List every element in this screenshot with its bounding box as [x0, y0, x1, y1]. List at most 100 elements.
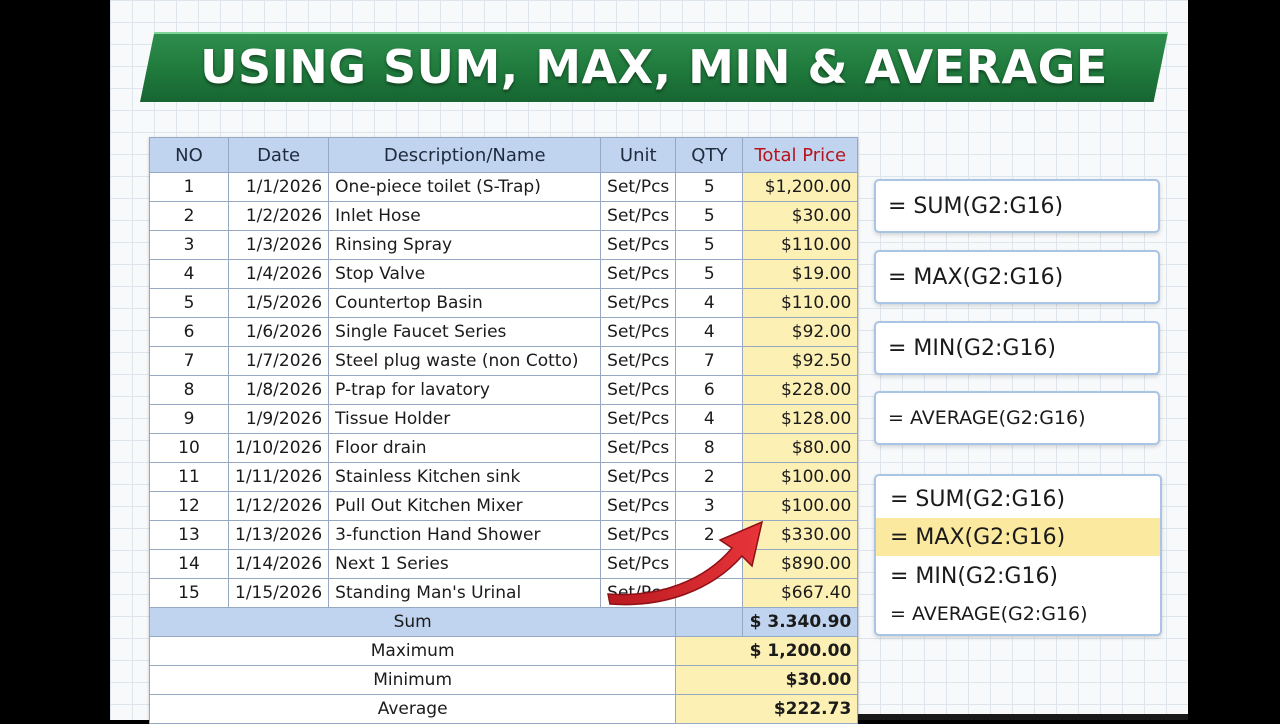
cell-qty[interactable]: 5	[675, 172, 744, 202]
cell-qty[interactable]: 6	[675, 375, 744, 405]
cell-description[interactable]: Stainless Kitchen sink	[328, 462, 602, 492]
cell-total-price[interactable]: $19.00	[742, 259, 859, 289]
cell-no[interactable]: 10	[149, 433, 229, 463]
header-unit[interactable]: Unit	[600, 137, 677, 173]
cell-qty[interactable]: 5	[675, 259, 744, 289]
cell-no[interactable]: 5	[149, 288, 229, 318]
cell-total-price[interactable]: $92.50	[742, 346, 859, 376]
cell-no[interactable]: 1	[149, 172, 229, 202]
cell-qty[interactable]: 4	[675, 404, 744, 434]
cell-unit[interactable]: Set/Pcs	[600, 317, 677, 347]
min-value[interactable]: $30.00	[675, 665, 859, 695]
cell-description[interactable]: Stop Valve	[328, 259, 602, 289]
cell-date[interactable]: 1/9/2026	[227, 404, 330, 434]
cell-date[interactable]: 1/7/2026	[227, 346, 330, 376]
cell-no[interactable]: 15	[149, 578, 229, 608]
cell-no[interactable]: 3	[149, 230, 229, 260]
cell-date[interactable]: 1/2/2026	[227, 201, 330, 231]
cell-unit[interactable]: Set/Pcs	[600, 288, 677, 318]
max-label[interactable]: Maximum	[148, 636, 677, 666]
cell-date[interactable]: 1/6/2026	[227, 317, 330, 347]
cell-date[interactable]: 1/8/2026	[227, 375, 330, 405]
cell-total-price[interactable]: $30.00	[742, 201, 859, 231]
cell-total-price[interactable]: $80.00	[742, 433, 859, 463]
cell-total-price[interactable]: $110.00	[742, 288, 859, 318]
cell-description[interactable]: Next 1 Series	[328, 549, 602, 579]
cell-qty[interactable]: 4	[675, 317, 744, 347]
cell-description[interactable]: Floor drain	[328, 433, 602, 463]
cell-description[interactable]: Single Faucet Series	[328, 317, 602, 347]
cell-no[interactable]: 13	[149, 520, 229, 550]
cell-total-price[interactable]: $92.00	[742, 317, 859, 347]
cell-unit[interactable]: Set/Pcs	[600, 259, 677, 289]
price-table: NO Date Description/Name Unit QTY Total …	[148, 137, 859, 724]
average-row: Average $222.73	[148, 694, 859, 724]
cell-unit[interactable]: Set/Pcs	[600, 462, 677, 492]
min-label[interactable]: Minimum	[148, 665, 677, 695]
cell-description[interactable]: Rinsing Spray	[328, 230, 602, 260]
cell-no[interactable]: 12	[149, 491, 229, 521]
header-date[interactable]: Date	[227, 137, 330, 173]
cell-total-price[interactable]: $228.00	[742, 375, 859, 405]
cell-description[interactable]: P-trap for lavatory	[328, 375, 602, 405]
cell-no[interactable]: 8	[149, 375, 229, 405]
cell-description[interactable]: Inlet Hose	[328, 201, 602, 231]
cell-date[interactable]: 1/12/2026	[227, 491, 330, 521]
cell-description[interactable]: Pull Out Kitchen Mixer	[328, 491, 602, 521]
cell-qty[interactable]: 2	[675, 462, 744, 492]
cell-description[interactable]: Steel plug waste (non Cotto)	[328, 346, 602, 376]
table-row: 6 1/6/2026 Single Faucet Series Set/Pcs 4 $92…	[149, 317, 859, 347]
header-no[interactable]: NO	[149, 137, 229, 173]
header-description[interactable]: Description/Name	[328, 137, 602, 173]
cell-date[interactable]: 1/1/2026	[227, 172, 330, 202]
cell-no[interactable]: 11	[149, 462, 229, 492]
cell-qty[interactable]: 5	[675, 201, 744, 231]
cell-unit[interactable]: Set/Pcs	[600, 404, 677, 434]
cell-description[interactable]: Tissue Holder	[328, 404, 602, 434]
cell-total-price[interactable]: $100.00	[742, 462, 859, 492]
cell-unit[interactable]: Set/Pcs	[600, 375, 677, 405]
cell-no[interactable]: 9	[149, 404, 229, 434]
cell-no[interactable]: 14	[149, 549, 229, 579]
cell-date[interactable]: 1/4/2026	[227, 259, 330, 289]
formula-max-box: = MAX(G2:G16)	[874, 250, 1160, 304]
cell-qty[interactable]: 7	[675, 346, 744, 376]
sum-value[interactable]: $ 3.340.90	[742, 607, 859, 637]
cell-date[interactable]: 1/5/2026	[227, 288, 330, 318]
cell-date[interactable]: 1/10/2026	[227, 433, 330, 463]
cell-description[interactable]: One-piece toilet (S-Trap)	[328, 172, 602, 202]
sum-empty-cell[interactable]	[675, 607, 744, 637]
average-label[interactable]: Average	[148, 694, 677, 724]
cell-unit[interactable]: Set/Pcs	[600, 433, 677, 463]
cell-no[interactable]: 6	[149, 317, 229, 347]
cell-no[interactable]: 2	[149, 201, 229, 231]
cell-unit[interactable]: Set/Pcs	[600, 346, 677, 376]
cell-date[interactable]: 1/14/2026	[227, 549, 330, 579]
max-row: Maximum $ 1,200.00	[148, 636, 859, 666]
cell-description[interactable]: Standing Man's Urinal	[328, 578, 602, 608]
max-value[interactable]: $ 1,200.00	[675, 636, 859, 666]
cell-description[interactable]: Countertop Basin	[328, 288, 602, 318]
cell-unit[interactable]: Set/Pcs	[600, 172, 677, 202]
group-sum-line: = SUM(G2:G16)	[890, 486, 1066, 512]
cell-unit[interactable]: Set/Pcs	[600, 230, 677, 260]
cell-total-price[interactable]: $110.00	[742, 230, 859, 260]
formula-min-box: = MIN(G2:G16)	[874, 321, 1160, 375]
average-value[interactable]: $222.73	[675, 694, 859, 724]
cell-qty[interactable]: 5	[675, 230, 744, 260]
cell-total-price[interactable]: $128.00	[742, 404, 859, 434]
cell-description[interactable]: 3-function Hand Shower	[328, 520, 602, 550]
cell-date[interactable]: 1/3/2026	[227, 230, 330, 260]
cell-date[interactable]: 1/11/2026	[227, 462, 330, 492]
cell-total-price[interactable]: $1,200.00	[742, 172, 859, 202]
cell-qty[interactable]: 8	[675, 433, 744, 463]
cell-no[interactable]: 7	[149, 346, 229, 376]
sum-label[interactable]: Sum	[148, 607, 677, 637]
header-qty[interactable]: QTY	[675, 137, 744, 173]
cell-date[interactable]: 1/15/2026	[227, 578, 330, 608]
header-total-price[interactable]: Total Price	[742, 137, 859, 173]
cell-no[interactable]: 4	[149, 259, 229, 289]
cell-unit[interactable]: Set/Pcs	[600, 201, 677, 231]
cell-qty[interactable]: 4	[675, 288, 744, 318]
cell-date[interactable]: 1/13/2026	[227, 520, 330, 550]
